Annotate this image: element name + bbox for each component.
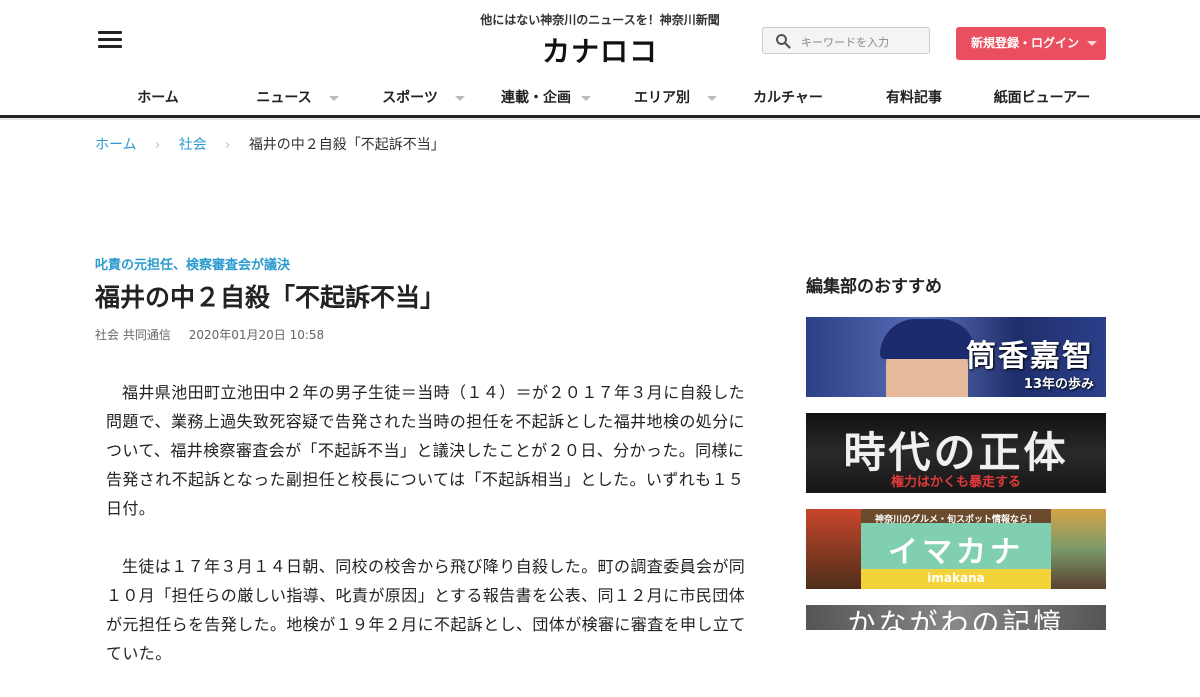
chevron-down-icon xyxy=(455,96,465,101)
chevron-down-icon xyxy=(707,96,717,101)
chevron-right-icon: › xyxy=(155,138,161,153)
nav-item-paid[interactable]: 有料記事 xyxy=(851,84,977,112)
helmet-graphic xyxy=(880,319,976,359)
login-button-label: 新規登録・ログイン xyxy=(971,36,1080,50)
banner-jidai-no-shotai[interactable]: 時代の正体 権力はかくも暴走する xyxy=(806,413,1106,493)
nav-item-home[interactable]: ホーム xyxy=(95,84,221,112)
breadcrumb-society-link[interactable]: 社会 xyxy=(179,137,207,153)
breadcrumb-current: 福井の中２自殺「不起訴不当」 xyxy=(248,137,445,153)
nav-item-label: 紙面ビューアー xyxy=(993,90,1091,106)
main-nav: ホーム ニュース スポーツ 連載・企画 エリア別 カルチャー 有料記事 紙面ビュ… xyxy=(95,84,1106,112)
banner-tsutsugo[interactable]: 筒香嘉智 13年の歩み xyxy=(806,317,1106,397)
food-photo xyxy=(1051,509,1106,589)
article-body: 福井県池田町立池田中２年の男子生徒＝当時（１４）＝が２０１７年３月に自殺した問題… xyxy=(106,378,756,697)
login-button[interactable]: 新規登録・ログイン xyxy=(956,27,1106,60)
banner-title: 筒香嘉智 xyxy=(966,339,1094,374)
article-date: 2020年01月20日 10:58 xyxy=(188,328,325,342)
article-paragraph: 福井県池田町立池田中２年の男子生徒＝当時（１４）＝が２０１７年３月に自殺した問題… xyxy=(106,383,746,518)
search-icon[interactable] xyxy=(775,33,791,49)
chevron-down-icon xyxy=(1087,41,1097,46)
nav-item-label: カルチャー xyxy=(753,90,823,106)
nav-item-area[interactable]: エリア別 xyxy=(599,84,725,112)
breadcrumb: ホーム › 社会 › 福井の中２自殺「不起訴不当」 xyxy=(95,134,445,154)
nav-item-label: ニュース xyxy=(256,90,312,106)
banner-caption: 神奈川のグルメ・旬スポット情報なら！ xyxy=(874,515,1037,525)
article-title: 福井の中２自殺「不起訴不当」 xyxy=(95,283,446,312)
banner-subtitle: 権力はかくも暴走する xyxy=(890,475,1021,490)
search-input[interactable] xyxy=(799,31,923,53)
breadcrumb-home-link[interactable]: ホーム xyxy=(95,137,137,153)
article-kicker: 叱責の元担任、検察審査会が議決 xyxy=(95,258,291,273)
site-logo[interactable]: カナロコ xyxy=(500,30,700,70)
banner-imakana[interactable]: 神奈川のグルメ・旬スポット情報なら！ イマカナ imakana xyxy=(806,509,1106,589)
chevron-down-icon xyxy=(329,96,339,101)
article-meta: 社会 共同通信 2020年01月20日 10:58 xyxy=(95,326,324,343)
nav-item-label: 有料記事 xyxy=(886,90,942,106)
banner-subtitle: 13年の歩み xyxy=(1023,377,1094,392)
article-paragraph: 生徒は１７年３月１４日朝、同校の校舎から飛び降り自殺した。町の調査委員会が同１０… xyxy=(106,557,746,663)
nav-item-series[interactable]: 連載・企画 xyxy=(473,84,599,112)
site-header: 他にはない神奈川のニュースを！神奈川新聞 カナロコ 新規登録・ログイン ホーム … xyxy=(0,0,1200,118)
header-divider-shadow xyxy=(0,118,1200,120)
menu-icon[interactable] xyxy=(98,31,122,49)
banner-title: かながわの記憶 xyxy=(847,607,1065,630)
nav-item-news[interactable]: ニュース xyxy=(221,84,347,112)
banner-title: イマカナ xyxy=(888,535,1024,570)
chevron-down-icon xyxy=(581,96,591,101)
nav-item-label: 連載・企画 xyxy=(501,90,571,106)
sidebar-title: 編集部のおすすめ xyxy=(806,277,942,297)
banner-subtitle: imakana xyxy=(927,571,985,585)
banner-kanagawa-memory[interactable]: かながわの記憶 xyxy=(806,605,1106,630)
nav-item-label: ホーム xyxy=(137,90,179,106)
site-tagline: 他にはない神奈川のニュースを！神奈川新聞 xyxy=(480,13,720,27)
food-photo xyxy=(806,509,861,589)
nav-item-label: スポーツ xyxy=(382,90,438,106)
nav-item-label: エリア別 xyxy=(634,90,690,106)
article-source: 共同通信 xyxy=(122,328,171,342)
search-box[interactable] xyxy=(762,27,930,54)
nav-item-viewer[interactable]: 紙面ビューアー xyxy=(979,84,1105,112)
article-category[interactable]: 社会 xyxy=(95,328,119,342)
chevron-right-icon: › xyxy=(225,138,231,153)
nav-item-culture[interactable]: カルチャー xyxy=(725,84,851,112)
nav-item-sports[interactable]: スポーツ xyxy=(347,84,473,112)
